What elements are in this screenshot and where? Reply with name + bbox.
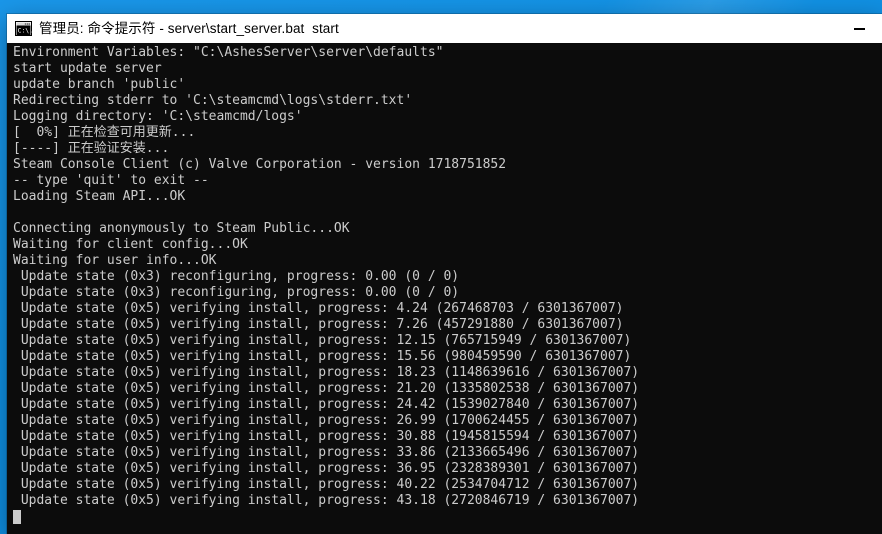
console-line: Update state (0x5) verifying install, pr…: [13, 381, 640, 396]
console-line: Update state (0x5) verifying install, pr…: [13, 445, 640, 460]
minimize-icon: [854, 27, 865, 30]
console-line: Logging directory: 'C:\steamcmd/logs': [13, 109, 303, 124]
console-line: Connecting anonymously to Steam Public..…: [13, 221, 350, 236]
window-controls: [837, 14, 882, 43]
command-prompt-window: C:\. 管理员: 命令提示符 - server\start_server.ba…: [7, 14, 882, 534]
text-cursor: [13, 510, 21, 524]
console-line: [ 0%] 正在检查可用更新...: [13, 125, 196, 140]
window-titlebar[interactable]: C:\. 管理员: 命令提示符 - server\start_server.ba…: [7, 14, 882, 43]
console-line: Environment Variables: "C:\AshesServer\s…: [13, 45, 444, 60]
console-line: Update state (0x5) verifying install, pr…: [13, 477, 640, 492]
console-line: -- type 'quit' to exit --: [13, 173, 209, 188]
console-line: Update state (0x5) verifying install, pr…: [13, 493, 640, 508]
console-text: Environment Variables: "C:\AshesServer\s…: [13, 45, 882, 509]
console-line: Redirecting stderr to 'C:\steamcmd\logs\…: [13, 93, 413, 108]
console-line: Waiting for user info...OK: [13, 253, 217, 268]
console-line: Update state (0x5) verifying install, pr…: [13, 317, 624, 332]
console-line: Update state (0x3) reconfiguring, progre…: [13, 285, 460, 300]
console-line: Update state (0x5) verifying install, pr…: [13, 333, 632, 348]
minimize-button[interactable]: [837, 14, 882, 43]
console-line: Waiting for client config...OK: [13, 237, 248, 252]
console-line: Update state (0x5) verifying install, pr…: [13, 349, 632, 364]
console-line: Update state (0x5) verifying install, pr…: [13, 365, 640, 380]
console-line: Update state (0x3) reconfiguring, progre…: [13, 269, 460, 284]
window-title: 管理员: 命令提示符 - server\start_server.bat sta…: [39, 21, 339, 36]
cmd-console-icon: C:\.: [15, 21, 33, 36]
console-line: Loading Steam API...OK: [13, 189, 186, 204]
console-line: Update state (0x5) verifying install, pr…: [13, 413, 640, 428]
console-line: update branch 'public': [13, 77, 186, 92]
console-output-area[interactable]: Environment Variables: "C:\AshesServer\s…: [7, 43, 882, 534]
console-line: Update state (0x5) verifying install, pr…: [13, 301, 624, 316]
console-line: Update state (0x5) verifying install, pr…: [13, 429, 640, 444]
console-line: Steam Console Client (c) Valve Corporati…: [13, 157, 507, 172]
svg-text:C:\.: C:\.: [18, 27, 32, 35]
console-line: Update state (0x5) verifying install, pr…: [13, 397, 640, 412]
console-line: start update server: [13, 61, 162, 76]
console-line: Update state (0x5) verifying install, pr…: [13, 461, 640, 476]
console-line: [----] 正在验证安装...: [13, 141, 170, 156]
